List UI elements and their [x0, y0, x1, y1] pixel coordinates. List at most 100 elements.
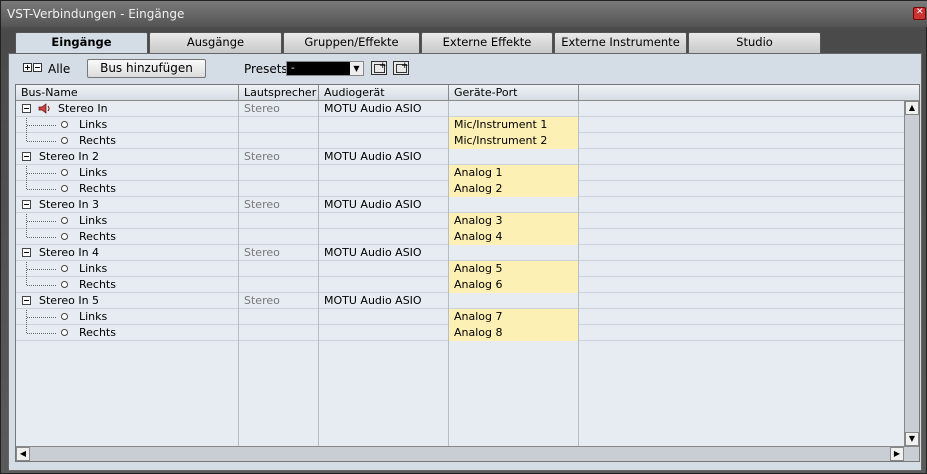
bus-name-cell[interactable]: Links — [16, 213, 239, 229]
bus-name-label[interactable]: Stereo In 2 — [39, 149, 99, 164]
vertical-scrollbar[interactable]: ▲ ▼ — [904, 101, 919, 446]
bus-name-cell[interactable]: Links — [16, 117, 239, 133]
speaker-cell[interactable]: Stereo — [239, 197, 319, 213]
header-audiogeraet[interactable]: Audiogerät — [319, 85, 449, 101]
header-lautsprecher[interactable]: Lautsprecher — [239, 85, 319, 101]
audio-device-cell[interactable] — [319, 117, 449, 133]
device-port-cell[interactable]: Analog 3 — [449, 213, 579, 229]
speaker-cell[interactable] — [239, 325, 319, 341]
audio-device-cell[interactable] — [319, 229, 449, 245]
bus-name-cell[interactable]: Links — [16, 309, 239, 325]
audio-device-cell[interactable]: MOTU Audio ASIO — [319, 245, 449, 261]
collapse-icon[interactable] — [22, 200, 31, 209]
channel-name-label[interactable]: Links — [79, 165, 107, 180]
title-bar[interactable]: VST-Verbindungen - Eingänge — [1, 1, 927, 27]
bus-name-cell[interactable]: Stereo In 4 — [16, 245, 239, 261]
bus-row[interactable]: Stereo In 4 Stereo MOTU Audio ASIO — [16, 245, 904, 261]
device-port-cell[interactable]: Analog 4 — [449, 229, 579, 245]
audio-device-cell[interactable]: MOTU Audio ASIO — [319, 197, 449, 213]
bus-name-cell[interactable]: Stereo In 3 — [16, 197, 239, 213]
speaker-icon[interactable] — [38, 103, 52, 114]
presets-dropdown[interactable]: - ▼ — [286, 61, 364, 76]
add-bus-button[interactable]: Bus hinzufügen — [87, 59, 206, 78]
bus-name-label[interactable]: Stereo In 3 — [39, 197, 99, 212]
bus-name-cell[interactable]: Rechts — [16, 277, 239, 293]
bus-name-cell[interactable]: Stereo In 2 — [16, 149, 239, 165]
collapse-all-icon[interactable] — [33, 63, 42, 72]
channel-row[interactable]: Links Analog 7 — [16, 309, 904, 325]
bus-row[interactable]: Stereo In Stereo MOTU Audio ASIO — [16, 101, 904, 117]
tab-eingaenge[interactable]: Eingänge — [15, 32, 148, 54]
channel-name-label[interactable]: Links — [79, 261, 107, 276]
audio-device-cell[interactable] — [319, 181, 449, 197]
channel-row[interactable]: Links Analog 1 — [16, 165, 904, 181]
speaker-cell[interactable]: Stereo — [239, 293, 319, 309]
channel-name-label[interactable]: Links — [79, 117, 107, 132]
channel-row[interactable]: Links Mic/Instrument 1 — [16, 117, 904, 133]
channel-row[interactable]: Rechts Analog 4 — [16, 229, 904, 245]
horizontal-scrollbar[interactable]: ◀ ▶ — [16, 446, 919, 461]
remove-preset-icon[interactable] — [393, 61, 409, 75]
audio-device-cell[interactable]: MOTU Audio ASIO — [319, 149, 449, 165]
device-port-cell[interactable] — [449, 245, 579, 261]
scroll-left-icon[interactable]: ◀ — [16, 447, 30, 461]
channel-name-label[interactable]: Links — [79, 309, 107, 324]
device-port-cell[interactable]: Analog 2 — [449, 181, 579, 197]
header-bus-name[interactable]: Bus-Name — [16, 85, 239, 101]
audio-device-cell[interactable]: MOTU Audio ASIO — [319, 293, 449, 309]
speaker-cell[interactable] — [239, 261, 319, 277]
channel-row[interactable]: Links Analog 5 — [16, 261, 904, 277]
device-port-cell[interactable]: Analog 7 — [449, 309, 579, 325]
channel-name-label[interactable]: Rechts — [79, 325, 116, 340]
scroll-down-icon[interactable]: ▼ — [905, 432, 919, 446]
collapse-icon[interactable] — [22, 152, 31, 161]
chevron-down-icon[interactable]: ▼ — [350, 62, 363, 75]
tab-studio[interactable]: Studio — [688, 32, 821, 53]
tab-externe-instrumente[interactable]: Externe Instrumente — [554, 32, 687, 53]
channel-row[interactable]: Rechts Analog 8 — [16, 325, 904, 341]
device-port-cell[interactable]: Analog 8 — [449, 325, 579, 341]
collapse-icon[interactable] — [22, 248, 31, 257]
bus-row[interactable]: Stereo In 5 Stereo MOTU Audio ASIO — [16, 293, 904, 309]
expand-all-icon[interactable] — [23, 63, 32, 72]
close-icon[interactable] — [913, 7, 926, 20]
speaker-cell[interactable] — [239, 277, 319, 293]
device-port-cell[interactable]: Analog 6 — [449, 277, 579, 293]
device-port-cell[interactable]: Analog 5 — [449, 261, 579, 277]
speaker-cell[interactable] — [239, 309, 319, 325]
tab-ausgaenge[interactable]: Ausgänge — [149, 32, 282, 53]
scroll-right-icon[interactable]: ▶ — [890, 447, 904, 461]
speaker-cell[interactable] — [239, 133, 319, 149]
channel-name-label[interactable]: Rechts — [79, 181, 116, 196]
speaker-cell[interactable]: Stereo — [239, 101, 319, 117]
channel-name-label[interactable]: Rechts — [79, 277, 116, 292]
speaker-cell[interactable]: Stereo — [239, 149, 319, 165]
speaker-cell[interactable] — [239, 213, 319, 229]
scroll-up-icon[interactable]: ▲ — [905, 101, 919, 115]
audio-device-cell[interactable] — [319, 325, 449, 341]
speaker-cell[interactable]: Stereo — [239, 245, 319, 261]
channel-name-label[interactable]: Rechts — [79, 229, 116, 244]
channel-name-label[interactable]: Links — [79, 213, 107, 228]
audio-device-cell[interactable] — [319, 277, 449, 293]
bus-row[interactable]: Stereo In 2 Stereo MOTU Audio ASIO — [16, 149, 904, 165]
store-preset-icon[interactable] — [371, 61, 387, 75]
bus-name-cell[interactable]: Rechts — [16, 133, 239, 149]
audio-device-cell[interactable] — [319, 261, 449, 277]
device-port-cell[interactable] — [449, 149, 579, 165]
speaker-cell[interactable] — [239, 117, 319, 133]
channel-row[interactable]: Rechts Mic/Instrument 2 — [16, 133, 904, 149]
bus-name-cell[interactable]: Stereo In 5 — [16, 293, 239, 309]
speaker-cell[interactable] — [239, 229, 319, 245]
channel-row[interactable]: Rechts Analog 6 — [16, 277, 904, 293]
bus-name-cell[interactable]: Rechts — [16, 229, 239, 245]
bus-name-cell[interactable]: Links — [16, 261, 239, 277]
tab-externe-effekte[interactable]: Externe Effekte — [421, 32, 553, 53]
device-port-cell[interactable]: Mic/Instrument 1 — [449, 117, 579, 133]
bus-name-cell[interactable]: Rechts — [16, 181, 239, 197]
audio-device-cell[interactable] — [319, 165, 449, 181]
device-port-cell[interactable] — [449, 101, 579, 117]
bus-name-label[interactable]: Stereo In — [58, 101, 108, 116]
channel-row[interactable]: Links Analog 3 — [16, 213, 904, 229]
bus-name-label[interactable]: Stereo In 5 — [39, 293, 99, 308]
